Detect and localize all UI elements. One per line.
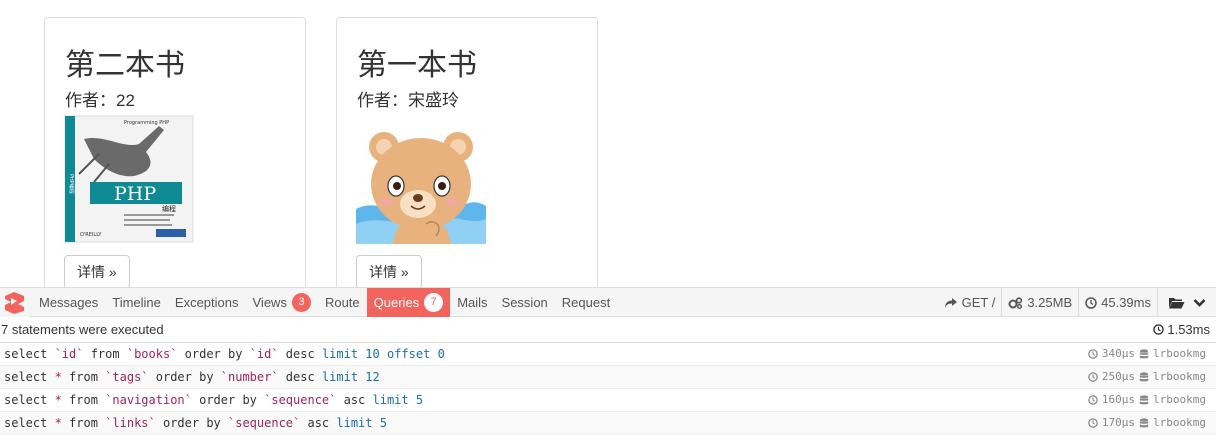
tab-views[interactable]: Views 3 bbox=[246, 288, 318, 317]
debugbar-tabs: Messages Timeline Exceptions Views 3 Rout… bbox=[32, 288, 617, 317]
query-sql: select * from `tags` order by `number` d… bbox=[4, 370, 380, 384]
database-icon bbox=[1139, 394, 1149, 406]
tab-label: Route bbox=[324, 295, 360, 310]
clock-icon bbox=[1153, 324, 1165, 335]
cover-side-text: PHP编程 bbox=[68, 174, 75, 194]
request-method-indicator[interactable]: GET / bbox=[938, 288, 1002, 317]
debugbar-controls bbox=[1157, 288, 1216, 317]
details-button[interactable]: 详情 » bbox=[356, 255, 422, 289]
query-duration: 160μs bbox=[1101, 393, 1136, 406]
query-list: select `id` from `books` order by `id` d… bbox=[0, 343, 1216, 435]
book-cover-image: PHP编程 Programming PHP PHP 编程 O'REILLY bbox=[64, 114, 194, 244]
total-query-time: 1.53ms bbox=[1153, 322, 1210, 337]
tab-request[interactable]: Request bbox=[555, 288, 617, 317]
debugbar-header: Messages Timeline Exceptions Views 3 Rout… bbox=[0, 287, 1216, 317]
query-connection: lrbookmg bbox=[1153, 347, 1206, 360]
tab-queries[interactable]: Queries 7 bbox=[366, 288, 451, 317]
database-icon bbox=[1139, 371, 1149, 383]
time-indicator[interactable]: 45.39ms bbox=[1078, 288, 1157, 317]
tab-route[interactable]: Route bbox=[318, 288, 367, 317]
book-author: 作者：宋盛玲 bbox=[357, 91, 459, 110]
request-time: 45.39ms bbox=[1101, 295, 1151, 310]
tab-label: Messages bbox=[39, 295, 99, 310]
query-sql: select `id` from `books` order by `id` d… bbox=[4, 347, 445, 361]
debugbar-indicators: GET / 3.25MB 45.39ms bbox=[938, 288, 1216, 317]
memory-usage: 3.25MB bbox=[1027, 295, 1073, 310]
query-connection: lrbookmg bbox=[1153, 370, 1206, 383]
laravel-logo-icon[interactable] bbox=[0, 288, 30, 317]
tab-mails[interactable]: Mails bbox=[450, 288, 494, 317]
request-method: GET / bbox=[961, 295, 996, 310]
cogs-icon bbox=[1008, 296, 1023, 309]
clock-icon bbox=[1088, 395, 1098, 405]
chevron-down-icon[interactable] bbox=[1193, 298, 1206, 308]
book-author: 作者：22 bbox=[65, 91, 135, 110]
book-card: 第二本书 作者：22 PHP编程 Programming PHP PHP 编程 … bbox=[44, 17, 306, 297]
statement-count: 7 statements were executed bbox=[1, 322, 164, 337]
clock-icon bbox=[1088, 418, 1098, 428]
query-meta: 340μs lrbookmg bbox=[1088, 343, 1206, 365]
tab-exceptions[interactable]: Exceptions bbox=[168, 288, 246, 317]
book-title: 第二本书 bbox=[65, 48, 185, 83]
query-sql: select * from `navigation` order by `seq… bbox=[4, 393, 424, 407]
count-badge: 3 bbox=[291, 293, 311, 312]
cover-title-cn: 编程 bbox=[162, 204, 176, 213]
query-meta: 170μs lrbookmg bbox=[1088, 412, 1206, 434]
tab-label: Mails bbox=[457, 295, 488, 310]
share-icon bbox=[944, 297, 957, 308]
query-meta: 250μs lrbookmg bbox=[1088, 366, 1206, 388]
query-duration: 250μs bbox=[1101, 370, 1136, 383]
tab-label: Session bbox=[501, 295, 548, 310]
debugbar: Messages Timeline Exceptions Views 3 Rout… bbox=[0, 287, 1216, 435]
query-row[interactable]: select * from `navigation` order by `seq… bbox=[0, 389, 1216, 412]
book-title: 第一本书 bbox=[357, 48, 477, 83]
tab-label: Exceptions bbox=[174, 295, 239, 310]
total-time-value: 1.53ms bbox=[1167, 322, 1210, 337]
book-card: 第一本书 作者：宋盛玲 详情 » bbox=[336, 17, 598, 297]
query-duration: 170μs bbox=[1101, 416, 1136, 429]
query-connection: lrbookmg bbox=[1153, 416, 1206, 429]
database-icon bbox=[1139, 417, 1149, 429]
query-sql: select * from `links` order by `sequence… bbox=[4, 416, 387, 430]
query-duration: 340μs bbox=[1101, 347, 1136, 360]
query-row[interactable]: select * from `links` order by `sequence… bbox=[0, 412, 1216, 435]
query-meta: 160μs lrbookmg bbox=[1088, 389, 1206, 411]
cover-title-php: PHP bbox=[114, 183, 156, 205]
query-row[interactable]: select `id` from `books` order by `id` d… bbox=[0, 343, 1216, 366]
folder-open-icon[interactable] bbox=[1168, 296, 1185, 309]
book-cover-image bbox=[356, 114, 486, 244]
clock-icon bbox=[1085, 296, 1097, 309]
cover-top-text: Programming PHP bbox=[124, 120, 169, 126]
count-badge: 7 bbox=[424, 293, 444, 312]
queries-summary: 7 statements were executed 1.53ms bbox=[0, 317, 1216, 343]
tab-session[interactable]: Session bbox=[495, 288, 555, 317]
clock-icon bbox=[1088, 349, 1098, 359]
tab-label: Request bbox=[561, 295, 611, 310]
tab-label: Views bbox=[252, 295, 287, 310]
details-button[interactable]: 详情 » bbox=[64, 255, 130, 289]
query-row[interactable]: select * from `tags` order by `number` d… bbox=[0, 366, 1216, 389]
query-connection: lrbookmg bbox=[1153, 393, 1206, 406]
tab-label: Timeline bbox=[112, 295, 161, 310]
memory-indicator[interactable]: 3.25MB bbox=[1001, 288, 1078, 317]
tab-messages[interactable]: Messages bbox=[32, 288, 105, 317]
cover-publisher: O'REILLY bbox=[80, 232, 102, 238]
tab-timeline[interactable]: Timeline bbox=[105, 288, 168, 317]
database-icon bbox=[1139, 348, 1149, 360]
tab-label: Queries bbox=[373, 295, 420, 310]
clock-icon bbox=[1088, 372, 1098, 382]
